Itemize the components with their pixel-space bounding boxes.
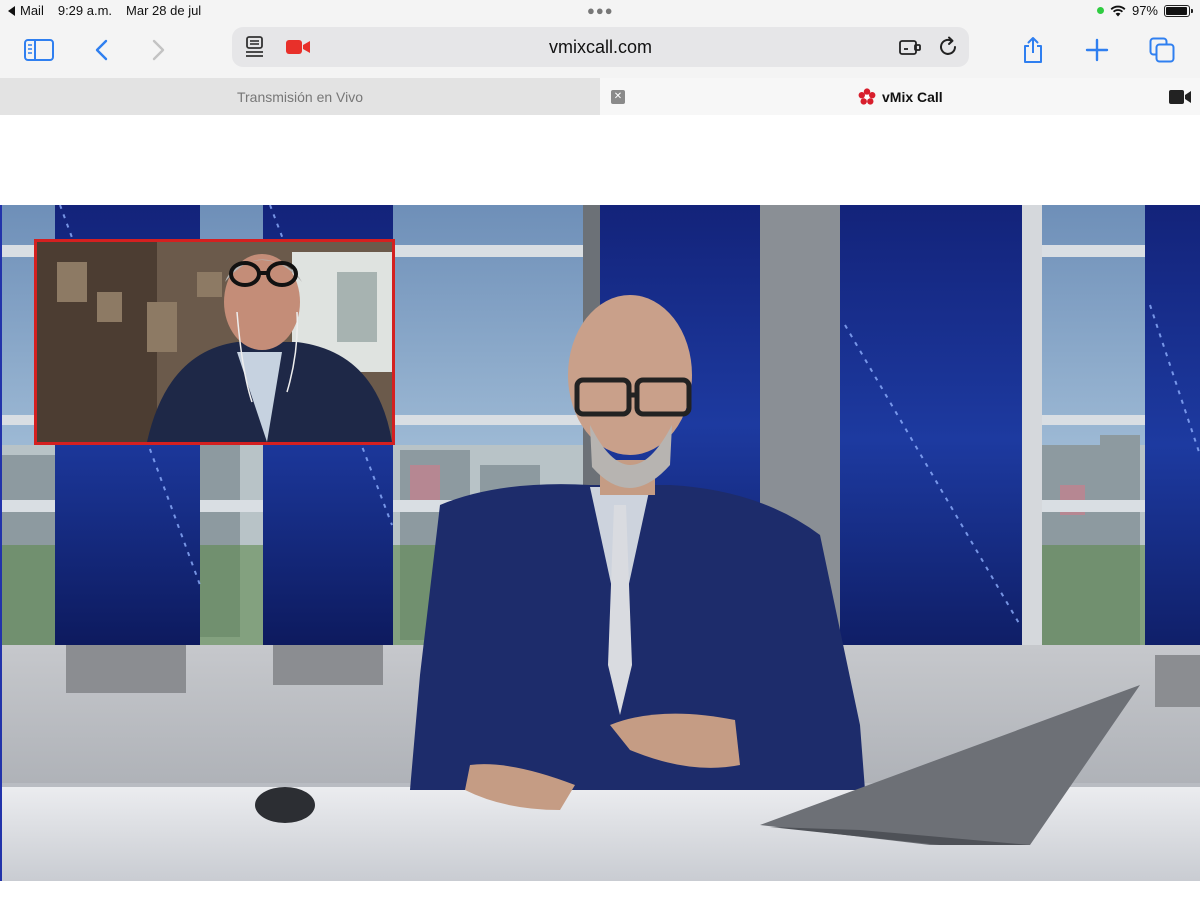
extension-icon[interactable] xyxy=(897,34,923,60)
close-tab-icon[interactable]: ✕ xyxy=(611,90,625,104)
vmix-logo-icon xyxy=(858,88,876,105)
camera-in-use-indicator-icon xyxy=(1096,7,1104,14)
caller-video-frame xyxy=(37,242,392,442)
battery-percent: 97% xyxy=(1131,3,1158,18)
forward-icon[interactable] xyxy=(141,32,177,68)
status-date: Mar 28 de jul xyxy=(126,3,202,18)
pip-caller-video[interactable] xyxy=(34,239,395,445)
back-app-label: Mail xyxy=(20,3,44,18)
browser-toolbar: vmixcall.com xyxy=(0,22,1200,78)
address-bar[interactable]: vmixcall.com xyxy=(232,27,969,67)
wifi-icon xyxy=(1110,5,1126,16)
share-icon[interactable] xyxy=(1015,32,1051,68)
new-tab-icon[interactable] xyxy=(1079,32,1115,68)
tab-vmix-call[interactable]: ✕ vMix Call xyxy=(600,78,1200,115)
status-bar: Mail 9:29 a.m. Mar 28 de jul ●●● 97% xyxy=(0,0,1200,22)
tab-title: vMix Call xyxy=(882,89,943,105)
back-to-app-link[interactable]: Mail xyxy=(8,3,44,18)
sidebar-icon[interactable] xyxy=(21,32,57,68)
tab-overview-icon[interactable] xyxy=(1144,32,1180,68)
reload-icon[interactable] xyxy=(935,34,961,60)
tab-camera-icon xyxy=(1168,89,1192,110)
url-text: vmixcall.com xyxy=(548,37,652,57)
back-icon[interactable] xyxy=(83,32,119,68)
tab-title: Transmisión en Vivo xyxy=(236,88,364,105)
multitasking-dots-icon[interactable]: ●●● xyxy=(587,3,614,18)
battery-icon xyxy=(1164,4,1193,17)
back-triangle-icon xyxy=(8,5,15,16)
video-call-stage[interactable] xyxy=(0,205,1200,881)
tab-transmision[interactable]: Transmisión en Vivo xyxy=(0,78,600,115)
tab-bar: Transmisión en Vivo ✕ vMix Call xyxy=(0,78,1200,115)
status-time: 9:29 a.m. xyxy=(57,3,113,18)
